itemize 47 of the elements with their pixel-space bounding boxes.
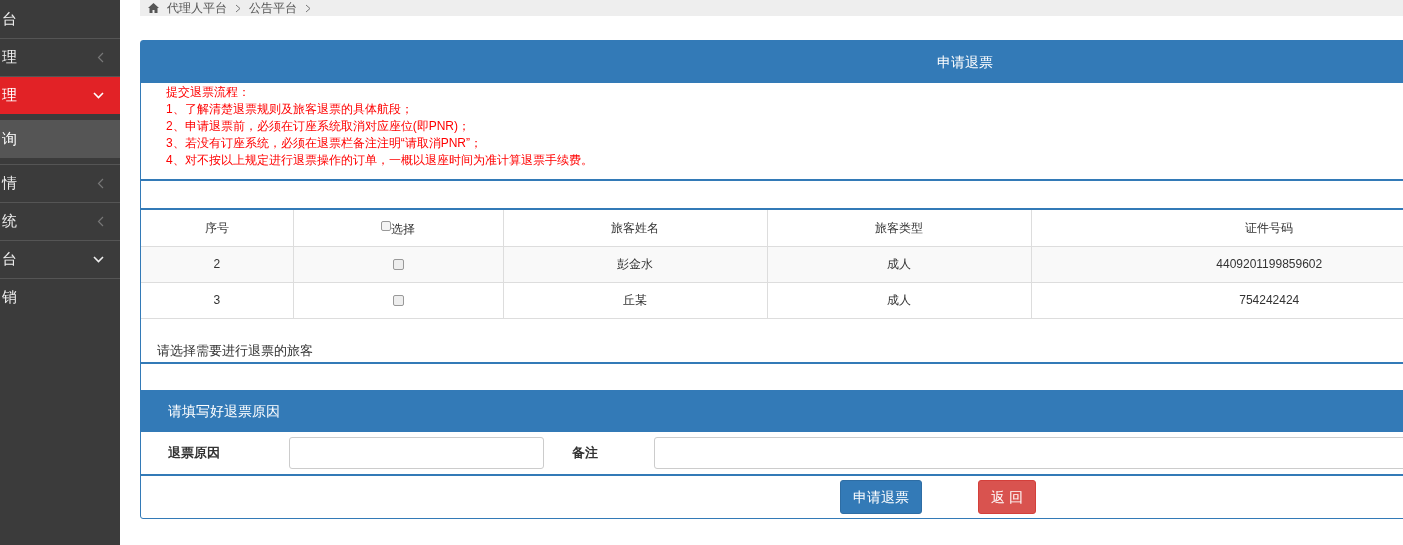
back-button[interactable]: 返 回 [978,480,1036,514]
home-icon [148,3,159,13]
chevron-down-icon [93,92,104,99]
sidebar-item[interactable]: 理 [0,76,120,114]
column-header: 旅客类型 [767,210,1031,246]
breadcrumb-separator-icon [305,3,311,13]
sidebar-item[interactable]: 销 [0,278,120,316]
chevron-down-icon [93,256,104,263]
chevron-left-icon [97,178,104,189]
sidebar-item[interactable]: 统 [0,202,120,240]
breadcrumb-link[interactable]: 代理人平台 [167,0,227,17]
sidebar-item[interactable]: 台 [0,0,120,38]
hint-text: 请选择需要进行退票的旅客 [157,342,313,358]
column-header: 选择 [293,210,503,246]
submit-button[interactable]: 申请退票 [840,480,922,514]
panel-title: 申请退票 [141,41,1403,83]
sidebar-item[interactable]: 询 [0,120,120,158]
table-cell: 754242424 [1031,282,1403,318]
notice-line: 3、若没有订座系统，必须在退票栏备注注明“请取消PNR”； [166,135,483,152]
field-label: 备注 [571,444,599,463]
table-cell: 成人 [767,282,1031,318]
breadcrumb-separator-icon [235,3,241,13]
reason-field[interactable] [289,437,544,469]
column-header: 证件号码 [1031,210,1403,246]
table-cell: 丘某 [503,282,767,318]
chevron-left-icon [97,216,104,227]
table-cell: 成人 [767,246,1031,282]
table-cell: 2 [141,246,293,282]
notice-line: 提交退票流程： [166,84,251,101]
table-cell: 彭金水 [503,246,767,282]
column-header: 旅客姓名 [503,210,767,246]
table-cell: 3 [141,282,293,318]
sidebar-item[interactable]: 情 [0,164,120,202]
notice-line: 1、了解清楚退票规则及旅客退票的具体航段； [166,101,414,118]
notice-line: 4、对不按以上规定进行退票操作的订单，一概以退座时间为准计算退票手续费。 [166,152,594,169]
breadcrumb-link[interactable]: 公告平台 [249,0,297,17]
field-label: 退票原因 [167,444,221,463]
remark-field[interactable] [654,437,1403,469]
row-checkbox[interactable] [392,259,404,271]
section-header: 请填写好退票原因 [141,390,1403,432]
select-all-checkbox[interactable] [381,220,391,231]
table-cell: 4409201199859602 [1031,246,1403,282]
sidebar-item[interactable]: 台 [0,240,120,278]
chevron-left-icon [97,52,104,63]
notice-line: 2、申请退票前，必须在订座系统取消对应座位(即PNR)； [166,118,471,135]
row-checkbox[interactable] [392,295,404,307]
column-header: 序号 [141,210,293,246]
